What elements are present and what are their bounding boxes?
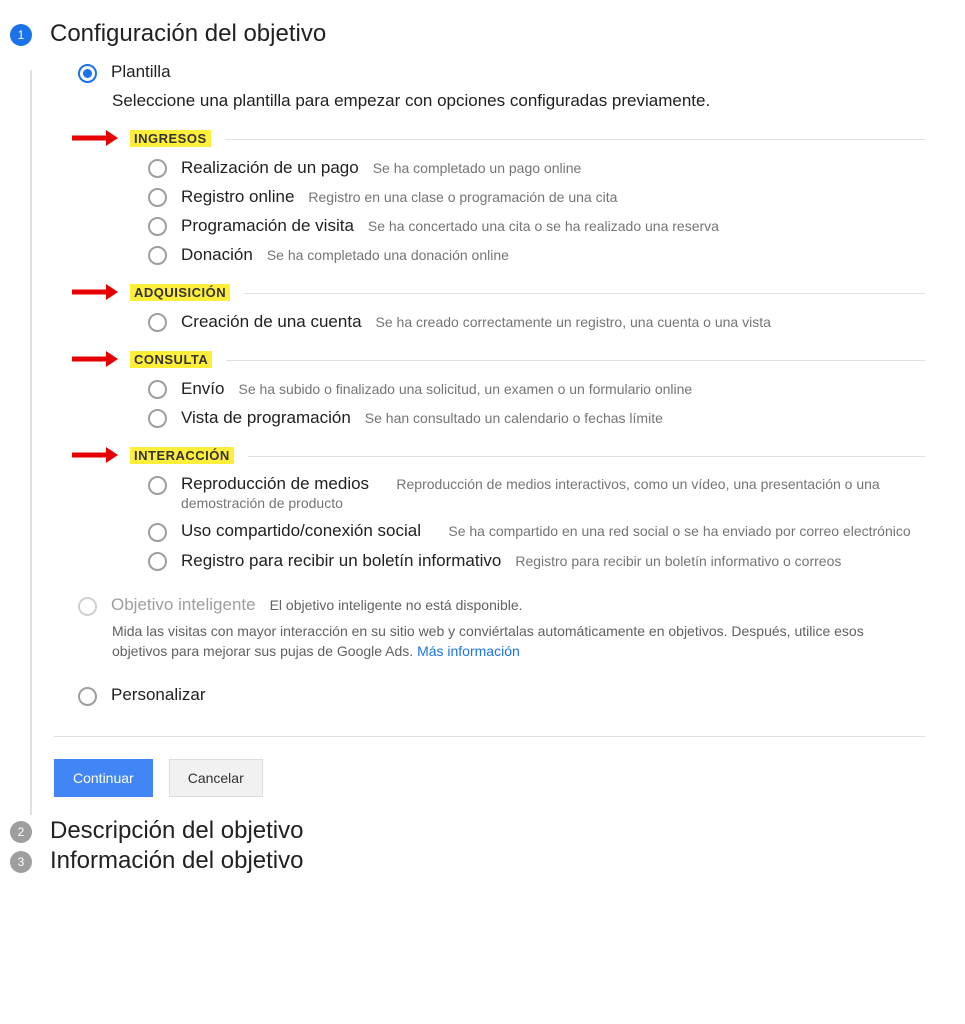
step-2-title: Descripción del objetivo	[50, 817, 303, 845]
template-radio-label: Plantilla	[111, 62, 171, 82]
arrow-icon	[68, 281, 124, 303]
option-social-title: Uso compartido/conexión social	[181, 521, 421, 540]
category-interaccion-label: INTERACCIÓN	[130, 447, 234, 464]
option-vista-title: Vista de programación	[181, 408, 351, 428]
step-2-header[interactable]: 2 Descripción del objetivo	[10, 817, 925, 845]
option-donacion-radio[interactable]	[148, 246, 167, 265]
option-envio-title: Envío	[181, 379, 224, 399]
template-help-text: Seleccione una plantilla para empezar co…	[112, 91, 925, 111]
option-visita-title: Programación de visita	[181, 216, 354, 236]
step-3-header[interactable]: 3 Información del objetivo	[10, 847, 925, 875]
option-social-desc: Se ha compartido en una red social o se …	[448, 523, 910, 539]
category-adquisicion-label: ADQUISICIÓN	[130, 284, 230, 301]
option-visita-radio[interactable]	[148, 217, 167, 236]
option-pago-title: Realización de un pago	[181, 158, 359, 178]
cancel-button[interactable]: Cancelar	[169, 759, 263, 797]
step-2-badge: 2	[10, 821, 32, 843]
divider	[54, 736, 925, 737]
option-envio-radio[interactable]	[148, 380, 167, 399]
option-vista-radio[interactable]	[148, 409, 167, 428]
smart-goal-radio	[78, 597, 97, 616]
template-radio[interactable]	[78, 64, 97, 83]
arrow-icon	[68, 444, 124, 466]
category-consulta-label: CONSULTA	[130, 351, 212, 368]
continue-button[interactable]: Continuar	[54, 759, 153, 797]
step-1-header: 1 Configuración del objetivo	[10, 20, 925, 48]
option-pago-desc: Se ha completado un pago online	[373, 159, 582, 177]
step-1-badge: 1	[10, 24, 32, 46]
smart-goal-unavailable: El objetivo inteligente no está disponib…	[270, 597, 523, 613]
category-ingresos-label: INGRESOS	[130, 130, 211, 147]
option-pago-radio[interactable]	[148, 159, 167, 178]
option-boletin-radio[interactable]	[148, 552, 167, 571]
option-vista-desc: Se han consultado un calendario o fechas…	[365, 409, 663, 427]
option-donacion-desc: Se ha completado una donación online	[267, 246, 509, 264]
option-medios-radio[interactable]	[148, 476, 167, 495]
arrow-icon	[68, 348, 124, 370]
smart-goal-title: Objetivo inteligente	[111, 595, 256, 615]
step-3-badge: 3	[10, 851, 32, 873]
option-cuenta-radio[interactable]	[148, 313, 167, 332]
arrow-icon	[68, 127, 124, 149]
option-cuenta-title: Creación de una cuenta	[181, 312, 362, 332]
step-progress-line	[30, 70, 32, 815]
step-3-title: Información del objetivo	[50, 847, 303, 875]
option-boletin-desc: Registro para recibir un boletín informa…	[515, 552, 841, 570]
smart-goal-help: Mida las visitas con mayor interacción e…	[112, 622, 885, 661]
option-cuenta-desc: Se ha creado correctamente un registro, …	[376, 313, 771, 331]
option-registro-radio[interactable]	[148, 188, 167, 207]
smart-goal-more-link[interactable]: Más información	[417, 643, 520, 659]
option-boletin-title: Registro para recibir un boletín informa…	[181, 551, 501, 571]
option-visita-desc: Se ha concertado una cita o se ha realiz…	[368, 217, 719, 235]
option-donacion-title: Donación	[181, 245, 253, 265]
custom-radio[interactable]	[78, 687, 97, 706]
option-registro-title: Registro online	[181, 187, 294, 207]
custom-radio-label: Personalizar	[111, 685, 206, 705]
option-medios-title: Reproducción de medios	[181, 474, 369, 493]
option-registro-desc: Registro en una clase o programación de …	[308, 188, 617, 206]
option-social-radio[interactable]	[148, 523, 167, 542]
option-envio-desc: Se ha subido o finalizado una solicitud,…	[238, 380, 692, 398]
step-1-title: Configuración del objetivo	[50, 20, 326, 48]
